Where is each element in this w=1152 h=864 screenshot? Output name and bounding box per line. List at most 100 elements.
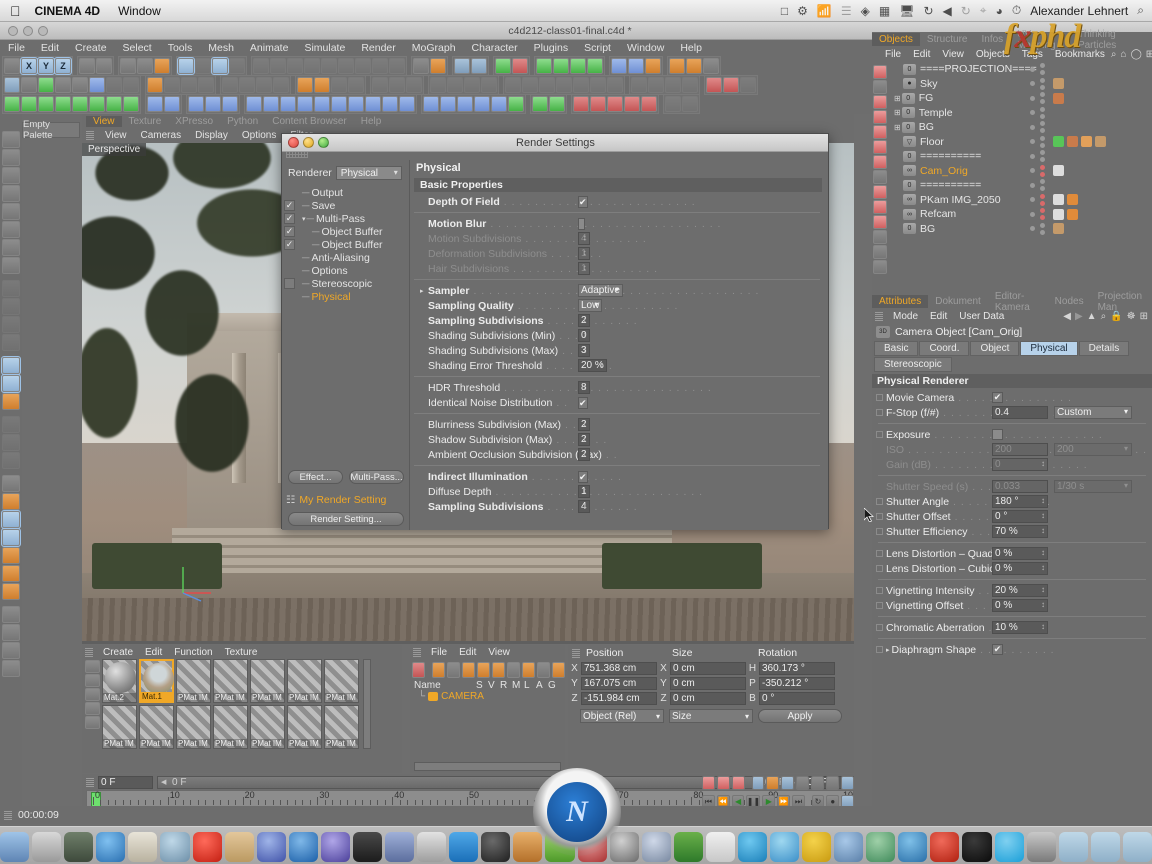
toolbar-button-icon[interactable] — [423, 95, 439, 112]
expand-icon[interactable]: ⊞ — [894, 94, 901, 103]
xcode-icon[interactable] — [802, 832, 832, 862]
word-icon[interactable] — [641, 832, 671, 862]
pictures-folder-icon[interactable] — [1026, 832, 1056, 862]
material-tool-icon[interactable] — [85, 660, 100, 673]
editor-visibility-dot[interactable] — [1030, 153, 1035, 159]
material-swatch[interactable]: PMat IM — [176, 659, 211, 703]
object-manager-tool-icon[interactable] — [873, 95, 887, 109]
editor-visibility-dot[interactable] — [1030, 81, 1035, 87]
material-menu-texture[interactable]: Texture — [219, 647, 264, 658]
palette-tool-icon[interactable] — [2, 547, 20, 564]
secondary-object-row[interactable]: └ CAMERA — [410, 691, 565, 702]
object-manager-tool-icon[interactable] — [873, 125, 887, 139]
toolbar-button-icon[interactable] — [331, 95, 347, 112]
sec-obj-menu-file[interactable]: File — [425, 647, 453, 658]
toolbar-button-icon[interactable] — [89, 95, 105, 112]
toolbar-button-icon[interactable] — [573, 76, 589, 93]
property-number-field[interactable]: 2 ↕ — [578, 433, 590, 446]
forward-arrow-icon[interactable]: ▶ — [1075, 311, 1083, 322]
material-swatch[interactable]: PMat IM — [324, 705, 359, 749]
attr-tab-object[interactable]: Object — [970, 341, 1020, 356]
object-manager-tool-icon[interactable] — [873, 230, 887, 244]
rotation-key-icon[interactable] — [781, 775, 795, 790]
preview-icon[interactable] — [128, 832, 158, 862]
object-manager-tool-icon[interactable] — [873, 170, 887, 184]
visibility-dots[interactable] — [1030, 63, 1045, 76]
macos-window-menu[interactable]: Window — [118, 4, 161, 18]
attribute-number-field[interactable]: 10 % ↕ — [992, 621, 1048, 634]
volume-icon[interactable]: ◀ — [943, 4, 952, 18]
tab-nodes[interactable]: Nodes — [1048, 295, 1091, 308]
toolbar-button-icon[interactable] — [246, 95, 262, 112]
object-manager-tool-icon[interactable] — [873, 155, 887, 169]
palette-tool-icon[interactable] — [1, 528, 21, 547]
toolbar-button-icon[interactable] — [539, 76, 555, 93]
battery-icon[interactable]: ▦ — [879, 4, 890, 18]
render-visibility-dots[interactable] — [1040, 193, 1045, 206]
viewport-menu-cameras[interactable]: Cameras — [134, 130, 189, 141]
toolbar-button-icon[interactable] — [454, 57, 470, 74]
effect-button[interactable]: Effect... — [288, 470, 343, 484]
toolbar-button-icon[interactable] — [4, 57, 20, 74]
material-swatch[interactable]: PMat IM — [176, 705, 211, 749]
property-number-field[interactable]: 2 ↕ — [578, 314, 590, 327]
toolbar-button-icon[interactable] — [21, 76, 37, 93]
toolbar-button-icon[interactable] — [471, 57, 487, 74]
palette-tool-icon[interactable] — [2, 185, 20, 202]
animation-track-dot[interactable] — [876, 565, 883, 572]
object-manager-tool-icon[interactable] — [873, 140, 887, 154]
material-menu-edit[interactable]: Edit — [139, 647, 168, 658]
visibility-dots[interactable] — [1030, 222, 1045, 235]
menu-select[interactable]: Select — [115, 42, 160, 54]
toolbar-button-icon[interactable] — [55, 76, 71, 93]
property-number-field[interactable]: 2 ↕ — [578, 418, 590, 431]
objects-menu-edit[interactable]: Edit — [907, 49, 936, 60]
toolbar-button-icon[interactable] — [147, 76, 163, 93]
object-row[interactable]: ⊞ 0 Temple — [888, 106, 1152, 121]
toolbar-button-icon[interactable] — [273, 76, 289, 93]
render-visibility-dots[interactable] — [1040, 106, 1045, 119]
back-arrow-icon[interactable]: ◀ — [1063, 311, 1071, 322]
attribute-number-field[interactable]: 70 % ↕ — [992, 525, 1048, 538]
up-arrow-icon[interactable]: ▲ — [1087, 311, 1097, 322]
toolbar-button-icon[interactable] — [570, 57, 586, 74]
visibility-dots[interactable] — [1030, 121, 1045, 134]
texture-tag-icon[interactable] — [1053, 223, 1064, 235]
editor-visibility-dot[interactable] — [1030, 110, 1035, 116]
timemachine-icon[interactable]: ↻ — [961, 4, 971, 18]
expand-icon[interactable]: ⊞ — [894, 108, 901, 117]
property-number-field[interactable]: 0 ↕ — [578, 329, 590, 342]
object-row[interactable]: ∞ Cam_Orig — [888, 164, 1152, 179]
toolbar-button-icon[interactable] — [553, 57, 569, 74]
panel-grip[interactable] — [86, 777, 94, 787]
toolbar-button-icon[interactable] — [686, 57, 702, 74]
toolbar-button-icon[interactable] — [38, 76, 54, 93]
toolbar-button-icon[interactable] — [648, 76, 664, 93]
attribute-dropdown[interactable]: 1/30 s — [1054, 480, 1132, 493]
final-cut-icon[interactable] — [417, 832, 447, 862]
wifi-share-icon[interactable]: 📶 — [817, 4, 832, 18]
palette-tool-icon[interactable] — [2, 257, 20, 274]
chevron-down-icon[interactable]: ▾ — [302, 215, 306, 223]
palette-tool-icon[interactable] — [2, 203, 20, 220]
material-swatch[interactable]: PMat IM — [287, 659, 322, 703]
toolbar-button-icon[interactable] — [38, 95, 54, 112]
tree-checkbox[interactable]: x — [284, 278, 295, 289]
chevron-right-icon[interactable]: ▸ — [420, 287, 424, 295]
menu-render[interactable]: Render — [353, 42, 403, 54]
material-swatch[interactable]: PMat IM — [139, 705, 174, 749]
nuke-icon[interactable] — [898, 832, 928, 862]
toolbar-button-icon[interactable] — [188, 95, 204, 112]
toolbar-button-icon[interactable] — [205, 95, 221, 112]
toolbar-button-icon[interactable] — [372, 76, 388, 93]
safari-icon[interactable] — [160, 832, 190, 862]
menu-file[interactable]: File — [0, 42, 33, 54]
render-visibility-dots[interactable] — [1040, 77, 1045, 90]
toolbar-button-icon[interactable] — [270, 57, 286, 74]
disabled-tag-icon[interactable] — [1067, 208, 1078, 220]
material-swatch[interactable]: PMat IM — [250, 659, 285, 703]
render-tree-item-physical[interactable]: ─ Physical — [282, 290, 409, 303]
rotation-b-field[interactable]: 0 ° — [759, 692, 835, 705]
toolbar-button-icon[interactable] — [21, 95, 37, 112]
toolbar-button-icon[interactable] — [304, 57, 320, 74]
